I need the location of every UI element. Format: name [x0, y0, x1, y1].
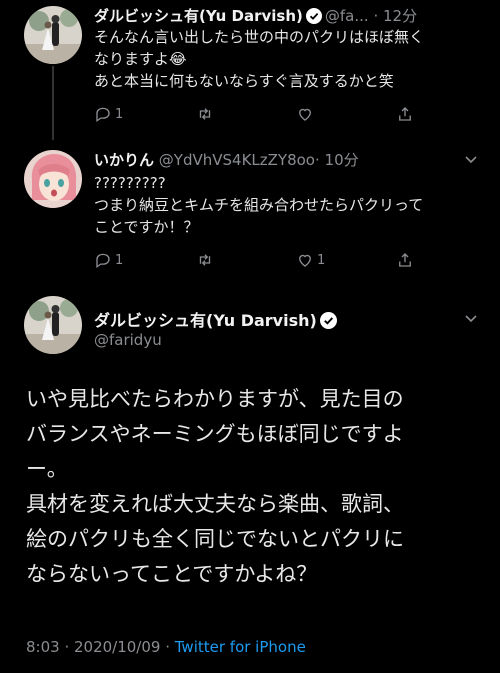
main-author-handle[interactable]: @faridyu [94, 331, 162, 349]
like-button[interactable] [296, 104, 317, 124]
chevron-down-icon[interactable] [464, 152, 478, 166]
chevron-down-icon[interactable] [464, 311, 478, 325]
tweet-line: なりますよ😂 [94, 50, 187, 68]
author-handle[interactable]: @YdVhVS4KLzZY8oo [159, 151, 315, 169]
reply-icon [96, 253, 110, 269]
tweet-line: ことですか！？ [94, 218, 199, 236]
verified-badge-icon [305, 8, 322, 28]
reply-count: 1 [115, 252, 124, 268]
tweet-line: つまり納豆とキムチを組み合わせたらパクリって [94, 196, 424, 214]
tweet-header: いかりん @YdVhVS4KLzZY8oo· 10分 [94, 149, 359, 170]
tweet-line: いや見比べたらわかりますが、見た目の [26, 387, 404, 411]
tweet-actions: 1 1 [94, 250, 494, 270]
tweet-line: ー。 [26, 457, 68, 481]
share-icon [399, 107, 411, 121]
tweet-darvish-reply[interactable]: ダルビッシュ有(Yu Darvish) @fa... · 12分 そんなん言い出し… [0, 0, 500, 140]
main-tweet-text: いや見比べたらわかりますが、見た目の バランスやネーミングもほぼ同じですよ ー。… [26, 382, 486, 592]
share-button[interactable] [396, 104, 417, 124]
tweet-line: そんなん言い出したら世の中のパクリはほぼ無く [94, 28, 425, 46]
reply-button[interactable]: 1 [94, 104, 123, 124]
reply-count: 1 [115, 106, 124, 122]
tweet-line: 絵のパクリも全く同じでないとパクリに [26, 527, 404, 551]
main-author-name[interactable]: ダルビッシュ有(Yu Darvish) [94, 307, 340, 333]
share-icon [399, 253, 411, 267]
tweet-metadata: 8:03 · 2020/10/09 · Twitter for iPhone [26, 638, 306, 656]
tweet-header: ダルビッシュ有(Yu Darvish) @fa... · 12分 [94, 5, 417, 28]
tweet-line: 具材を変えれば大丈夫なら楽曲、歌詞、 [26, 492, 404, 516]
tweet-text: ????????? つまり納豆とキムチを組み合わせたらパクリって ことですか！？ [94, 172, 494, 238]
tweet-source-link[interactable]: Twitter for iPhone [175, 638, 306, 656]
avatar-darvish[interactable] [24, 6, 82, 64]
heart-icon [299, 108, 311, 121]
share-button[interactable] [396, 250, 417, 270]
tweet-actions: 1 [94, 104, 494, 124]
tweet-text: そんなん言い出したら世の中のパクリはほぼ無く なりますよ😂 あと本当に何もないな… [94, 26, 494, 92]
author-name[interactable]: ダルビッシュ有(Yu Darvish) [94, 7, 303, 25]
avatar-darvish-main[interactable] [24, 296, 82, 354]
like-button[interactable]: 1 [296, 250, 325, 270]
like-count: 1 [317, 252, 326, 268]
reply-icon [96, 107, 110, 123]
avatar-ikarin[interactable] [24, 150, 82, 208]
tweet-timestamp: 8:03 · 2020/10/09 · [26, 638, 175, 656]
retweet-icon [199, 108, 211, 120]
tweet-time: · 12分 [373, 7, 418, 25]
reply-button[interactable]: 1 [94, 250, 123, 270]
author-name[interactable]: いかりん [94, 151, 154, 169]
retweet-button[interactable] [196, 250, 217, 270]
retweet-icon [199, 254, 211, 266]
author-handle[interactable]: @fa... [325, 7, 369, 25]
heart-icon [299, 254, 311, 267]
tweet-line: ならないってことですかよね？ [26, 562, 318, 586]
verified-badge-icon [319, 312, 337, 333]
thread-line [52, 66, 54, 140]
tweet-line: あと本当に何もないならすぐ言及するかと笑 [94, 72, 394, 90]
retweet-button[interactable] [196, 104, 217, 124]
tweet-line: バランスやネーミングもほぼ同じですよ [26, 422, 404, 446]
tweet-ikarin-reply[interactable]: いかりん @YdVhVS4KLzZY8oo· 10分 ????????? つまり… [0, 140, 500, 280]
tweet-line: ????????? [94, 174, 166, 192]
tweet-time: · 10分 [314, 151, 359, 169]
author-name[interactable]: ダルビッシュ有(Yu Darvish) [94, 311, 317, 330]
